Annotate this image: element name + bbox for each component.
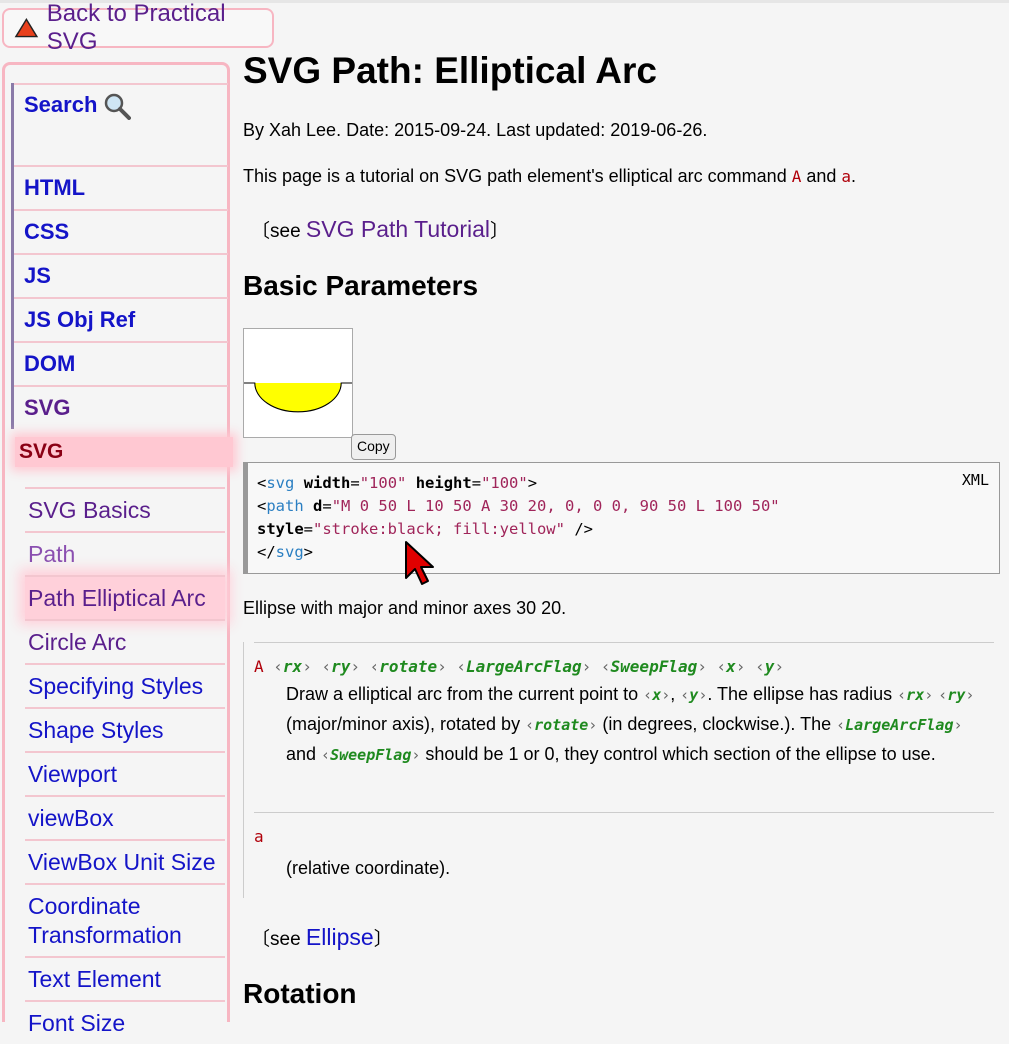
nav-path-elliptical-arc[interactable]: Path Elliptical Arc (25, 575, 225, 619)
page-title: SVG Path: Elliptical Arc (243, 50, 657, 91)
link-ellipse[interactable]: Ellipse (306, 924, 374, 950)
byline: By Xah Lee. Date: 2015-09-24. Last updat… (243, 120, 708, 140)
definition-A: A ‹rx› ‹ry› ‹rotate› ‹LargeArcFlag› ‹Swe… (254, 642, 994, 770)
code-block[interactable]: XML <svg width="100" height="100"> <path… (243, 462, 1000, 574)
sidebar-item-svg[interactable]: SVG (14, 385, 228, 429)
intro-text-end: . (851, 166, 857, 186)
sidebar-item-js-obj-ref[interactable]: JS Obj Ref (14, 297, 228, 341)
term-A: A ‹rx› ‹ry› ‹rotate› ‹LargeArcFlag› ‹Swe… (254, 643, 994, 676)
svg-demo (243, 328, 353, 438)
nav-text-element[interactable]: Text Element (25, 956, 225, 1000)
param-largearcflag: ‹LargeArcFlag› (456, 657, 592, 676)
link-svg-path-tutorial[interactable]: SVG Path Tutorial (306, 216, 490, 242)
mouse-cursor-icon (405, 541, 434, 585)
sidebar-item-css[interactable]: CSS (14, 209, 228, 253)
nav-viewbox[interactable]: viewBox (25, 795, 225, 839)
sidebar-item-dom[interactable]: DOM (14, 341, 228, 385)
intro-paragraph: This page is a tutorial on SVG path elem… (243, 166, 856, 187)
definition-a: a (relative coordinate). (254, 812, 994, 883)
param-ry: ‹ry› (321, 657, 361, 676)
elliptical-arc-demo (244, 382, 352, 413)
nav-path[interactable]: Path (25, 531, 225, 575)
copy-button[interactable]: Copy (351, 434, 396, 460)
back-button[interactable]: Back to Practical SVG (2, 0, 274, 55)
term-A-letter: A (254, 657, 264, 676)
definition-A-description: Draw a elliptical arc from the current p… (286, 684, 975, 764)
nav-circle-arc[interactable]: Circle Arc (25, 619, 225, 663)
param-y: ‹y› (755, 657, 784, 676)
nav-specifying-styles[interactable]: Specifying Styles (25, 663, 225, 707)
section-nav: SVG Basics Path Path Elliptical Arc Circ… (25, 487, 225, 1044)
search-icon (105, 93, 132, 121)
sidebar: Search HTML CSS JS JS Obj Ref DOM SVG SV… (2, 62, 233, 1036)
caption: Ellipse with major and minor axes 30 20. (243, 598, 567, 618)
command-a: a (841, 167, 852, 186)
nav-viewbox-unit-size[interactable]: ViewBox Unit Size (25, 839, 225, 883)
nav-coordinate-transformation[interactable]: Coordinate Transformation (25, 883, 225, 956)
nav-shape-styles[interactable]: Shape Styles (25, 707, 225, 751)
intro-text: This page is a tutorial on SVG path elem… (243, 166, 792, 186)
top-nav: Search HTML CSS JS JS Obj Ref DOM SVG (11, 83, 228, 429)
code-text: <svg width="100" height="100"> <path d="… (257, 474, 780, 561)
code-language-label: XML (961, 471, 989, 489)
nav-viewport[interactable]: Viewport (25, 751, 225, 795)
heading-rotation: Rotation (243, 978, 357, 1009)
param-rotate: ‹rotate› (369, 657, 447, 676)
definition-a-description: (relative coordinate). (286, 858, 451, 878)
search-label: Search (24, 92, 98, 117)
see-suffix: 〕 (490, 221, 510, 242)
see-also-1: 〔see SVG Path Tutorial〕 (251, 216, 509, 243)
param-x: ‹x› (716, 657, 746, 676)
sidebar-item-search[interactable]: Search (14, 83, 228, 165)
nav-font-size[interactable]: Font Size (25, 1000, 225, 1044)
term-a: a (254, 827, 264, 846)
see-also-2: 〔see Ellipse〕 (251, 924, 393, 951)
see-prefix-2: 〔see (251, 929, 306, 950)
intro-text-and: and (801, 166, 842, 186)
nav-svg-basics[interactable]: SVG Basics (25, 487, 225, 531)
param-rx: ‹rx› (273, 657, 312, 676)
definition-list: A ‹rx› ‹ry› ‹rotate› ‹LargeArcFlag› ‹Swe… (243, 642, 994, 898)
param-sweepflag: ‹SweepFlag› (600, 657, 707, 676)
see-prefix: 〔see (251, 221, 306, 242)
triangle-up-icon (14, 18, 39, 38)
see-suffix-2: 〕 (373, 929, 393, 950)
heading-basic-parameters: Basic Parameters (243, 270, 479, 301)
sidebar-item-js[interactable]: JS (14, 253, 228, 297)
section-heading: SVG (15, 437, 233, 467)
sidebar-item-html[interactable]: HTML (14, 165, 228, 209)
back-label: Back to Practical SVG (46, 0, 226, 55)
command-A: A (791, 167, 802, 186)
